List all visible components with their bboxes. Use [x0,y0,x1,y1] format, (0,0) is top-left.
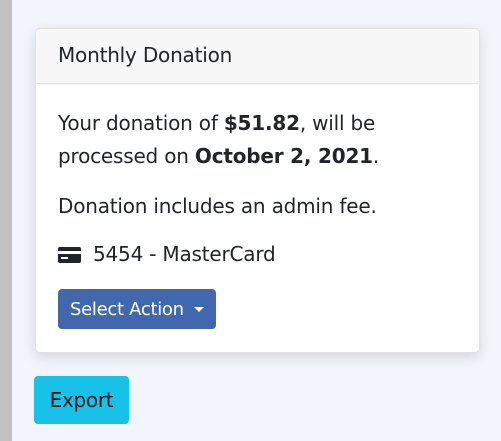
donation-summary: Your donation of $51.82, will be process… [58,107,457,173]
left-edge-bar [0,0,12,441]
select-action-button[interactable]: Select Action [58,289,216,329]
card-header: Monthly Donation [36,29,479,84]
donation-prefix: Your donation of [58,111,224,135]
credit-card-icon [58,246,81,263]
caret-down-icon [193,306,204,312]
payment-method: 5454 - MasterCard [58,238,457,271]
card-body: Your donation of $51.82, will be process… [36,84,479,329]
donation-date: October 2, 2021 [194,144,373,168]
select-action-label: Select Action [70,298,184,320]
payment-method-label: 5454 - MasterCard [93,242,276,266]
donation-suffix: . [372,144,380,168]
admin-fee-note: Donation includes an admin fee. [58,194,377,218]
card-title: Monthly Donation [58,43,233,67]
export-button[interactable]: Export [34,376,129,424]
monthly-donation-card: Monthly Donation Your donation of $51.82… [35,28,480,353]
donation-amount: $51.82 [223,111,300,135]
